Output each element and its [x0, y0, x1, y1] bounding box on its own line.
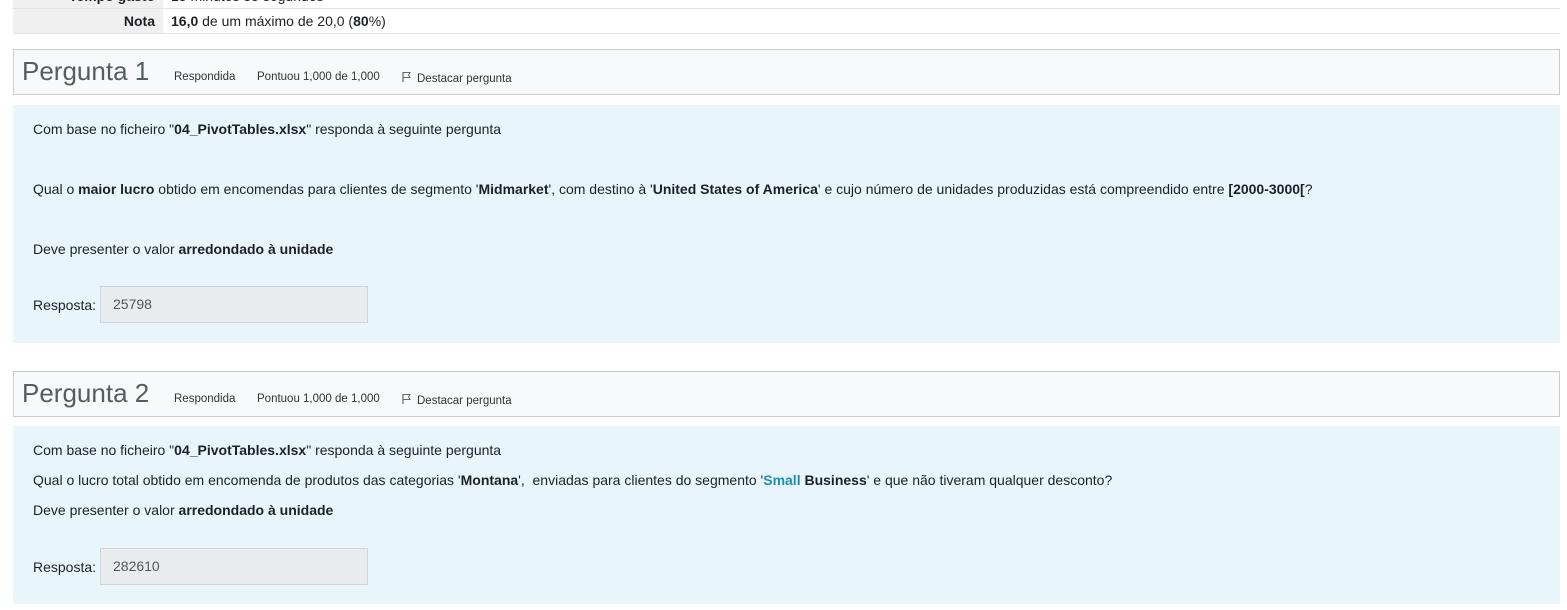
file-name: 04_PivotTables.xlsx: [174, 121, 307, 137]
answer-field[interactable]: 25798: [100, 286, 368, 323]
q-text: ', com destino à ': [548, 181, 653, 197]
flag-icon: [402, 394, 411, 404]
question-1-text: Qual o maior lucro obtido em encomendas …: [33, 181, 1312, 197]
time-label: Tempo gasto: [13, 0, 163, 8]
question-2-status: Respondida: [174, 393, 236, 405]
question-1-flag-link[interactable]: Destacar pergunta: [402, 71, 512, 85]
question-1-file-line: Com base no ficheiro "04_PivotTables.xls…: [33, 121, 501, 137]
file-name: 04_PivotTables.xlsx: [174, 442, 307, 458]
summary-grade-row: Nota 16,0 de um máximo de 20,0 (80%): [13, 9, 1560, 34]
q-bold: [2000-3000[: [1228, 181, 1305, 197]
grade-mid: de um máximo de 20,0 (: [198, 13, 354, 29]
time-value: 15 minutos 35 segundos: [163, 0, 1560, 8]
grade-label: Nota: [13, 9, 163, 33]
question-1-content: Com base no ficheiro "04_PivotTables.xls…: [13, 105, 1560, 343]
q-text: Qual o: [33, 181, 79, 197]
round-pre: Deve presenter o valor: [33, 241, 179, 257]
question-2-text: Qual o lucro total obtido em encomenda d…: [33, 472, 1112, 488]
flag-icon: [402, 72, 411, 82]
q-bold: United States of America: [652, 181, 818, 197]
file-post: " responda à seguinte pergunta: [306, 121, 502, 137]
q-bold: Montana: [460, 472, 519, 488]
question-1-header: Pergunta 1 Respondida Pontuou 1,000 de 1…: [13, 49, 1560, 95]
round-bold: arredondado à unidade: [178, 502, 334, 518]
question-2-title: Pergunta 2: [22, 378, 149, 409]
q-text: ', enviadas para clientes do segmento ': [518, 472, 764, 488]
question-1-points: Pontuou 1,000 de 1,000: [257, 71, 380, 83]
q-text: obtido em encomendas para clientes de se…: [154, 181, 479, 197]
question-1-rounding: Deve presenter o valor arredondado à uni…: [33, 241, 333, 257]
q-text: ' e cujo número de unidades produzidas e…: [817, 181, 1229, 197]
question-title-word: Pergunta: [22, 56, 128, 86]
file-pre: Com base no ficheiro ": [33, 442, 175, 458]
q-text: ' e que não tiveram qualquer desconto?: [866, 472, 1113, 488]
q-bold: Business: [800, 472, 867, 488]
question-2-rounding: Deve presenter o valor arredondado à uni…: [33, 502, 333, 518]
question-number: 1: [134, 56, 150, 86]
question-number: 2: [134, 378, 150, 408]
round-bold: arredondado à unidade: [178, 241, 334, 257]
question-2-points: Pontuou 1,000 de 1,000: [257, 393, 380, 405]
q-highlight: Small: [763, 472, 801, 488]
round-pre: Deve presenter o valor: [33, 502, 179, 518]
q-bold: Midmarket: [478, 181, 549, 197]
q-bold: maior lucro: [78, 181, 155, 197]
question-2-header: Pergunta 2 Respondida Pontuou 1,000 de 1…: [13, 371, 1560, 417]
question-title-word: Pergunta: [22, 378, 128, 408]
grade-score: 16,0: [171, 13, 199, 29]
answer-field[interactable]: 282610: [100, 548, 368, 585]
q-text: Qual o lucro total obtido em encomenda d…: [33, 472, 461, 488]
question-1-title: Pergunta 1: [22, 56, 149, 87]
grade-pct: 80: [353, 13, 369, 29]
question-2-content: Com base no ficheiro "04_PivotTables.xls…: [13, 426, 1560, 604]
answer-label: Resposta:: [33, 559, 97, 575]
flag-label: Destacar pergunta: [417, 73, 512, 85]
question-1-status: Respondida: [174, 71, 236, 83]
q-text: ?: [1304, 181, 1313, 197]
file-post: " responda à seguinte pergunta: [306, 442, 502, 458]
summary-time-row: Tempo gasto 15 minutos 35 segundos: [13, 0, 1560, 9]
question-2-flag-link[interactable]: Destacar pergunta: [402, 393, 512, 407]
grade-end: %): [368, 13, 386, 29]
file-pre: Com base no ficheiro ": [33, 121, 175, 137]
flag-label: Destacar pergunta: [417, 395, 512, 407]
question-2-file-line: Com base no ficheiro "04_PivotTables.xls…: [33, 442, 501, 458]
grade-value: 16,0 de um máximo de 20,0 (80%): [163, 9, 1560, 33]
answer-label: Resposta:: [33, 297, 97, 313]
